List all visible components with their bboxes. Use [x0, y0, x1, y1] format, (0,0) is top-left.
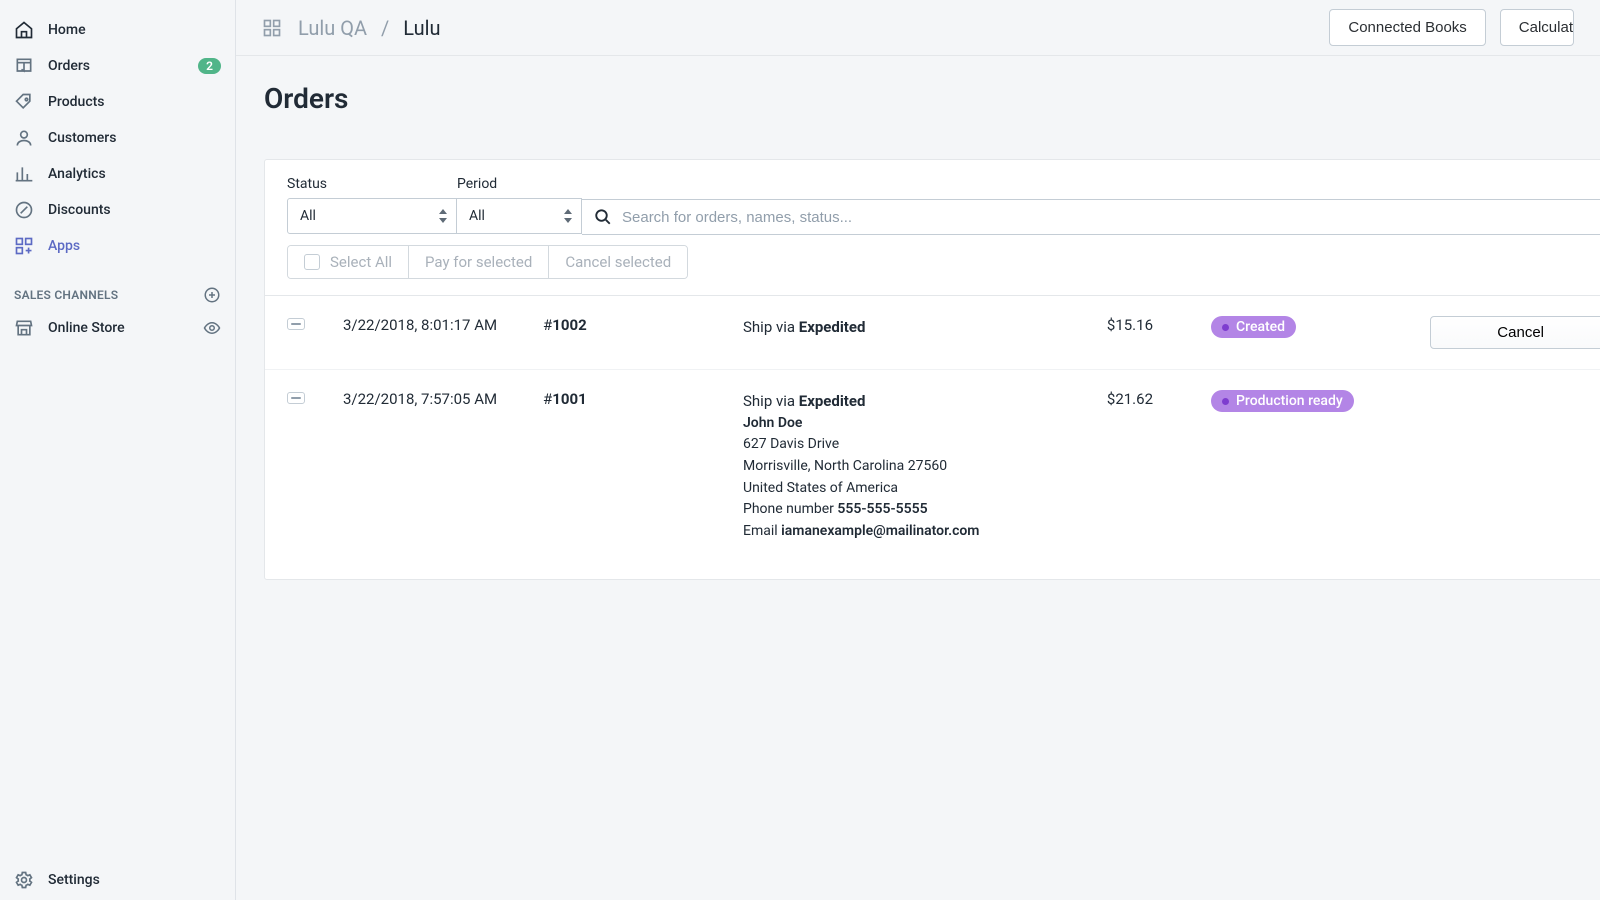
sidebar-item-customers[interactable]: Customers [0, 120, 235, 156]
order-date: 3/22/2018, 8:01:17 AM [343, 316, 543, 334]
main: Lulu QA / Lulu Connected Books Calculat … [236, 0, 1600, 900]
page-body: Orders Status All Period [236, 56, 1600, 580]
topbar-actions: Connected Books Calculat [1329, 9, 1574, 46]
sidebar-item-analytics[interactable]: Analytics [0, 156, 235, 192]
order-price: $15.16 [1043, 316, 1153, 334]
select-all-label: Select All [330, 253, 392, 271]
sidebar-item-label: Analytics [48, 166, 106, 182]
sidebar-nav: Home Orders 2 Products Customers A [0, 0, 235, 346]
discount-icon [14, 200, 34, 220]
sidebar-item-home[interactable]: Home [0, 12, 235, 48]
order-row: 3/22/2018, 7:57:05 AM #1001 Ship via Exp… [265, 370, 1600, 579]
breadcrumb-sep: / [381, 16, 389, 40]
sales-channels-heading: SALES CHANNELS [14, 288, 118, 302]
connected-books-button[interactable]: Connected Books [1329, 9, 1485, 46]
status-badge: Created [1211, 316, 1296, 338]
address-country: United States of America [743, 478, 1043, 500]
status-text: Production ready [1236, 393, 1343, 409]
orders-count-badge: 2 [198, 58, 221, 74]
pay-selected-label: Pay for selected [425, 253, 532, 271]
page-title: Orders [264, 82, 1600, 115]
period-label: Period [457, 176, 582, 192]
breadcrumb: Lulu QA / Lulu [298, 16, 441, 40]
status-filter: Status All [287, 176, 457, 234]
eye-icon[interactable] [203, 319, 221, 337]
status-value: All [300, 208, 316, 224]
sidebar-item-label: Home [48, 22, 86, 38]
grid-icon [262, 18, 282, 38]
expand-toggle[interactable] [287, 318, 305, 330]
sidebar-item-settings[interactable]: Settings [0, 860, 235, 900]
tag-icon [14, 92, 34, 112]
order-row: 3/22/2018, 8:01:17 AM #1002 Ship via Exp… [265, 296, 1600, 370]
period-filter: Period All [457, 176, 582, 234]
sidebar-item-label: Apps [48, 238, 80, 254]
sidebar: Home Orders 2 Products Customers A [0, 0, 236, 900]
filters-container: Status All Period All [265, 160, 1600, 295]
search-icon [594, 208, 612, 226]
analytics-icon [14, 164, 34, 184]
order-number: #1002 [543, 316, 743, 334]
status-text: Created [1236, 319, 1285, 335]
orders-card: Status All Period All [264, 159, 1600, 580]
bulk-group: Select All Pay for selected Cancel selec… [287, 245, 688, 279]
user-icon [14, 128, 34, 148]
cancel-selected-label: Cancel selected [565, 253, 671, 271]
cancel-order-button[interactable]: Cancel [1430, 316, 1600, 349]
filters-row: Status All Period All [287, 176, 1600, 235]
status-select[interactable]: All [287, 198, 457, 234]
sidebar-item-orders[interactable]: Orders 2 [0, 48, 235, 84]
settings-label: Settings [48, 872, 100, 888]
sidebar-item-label: Orders [48, 58, 90, 74]
select-all-button[interactable]: Select All [288, 246, 408, 278]
search-field[interactable] [582, 199, 1600, 235]
sidebar-item-products[interactable]: Products [0, 84, 235, 120]
status-dot-icon [1222, 398, 1229, 405]
order-number: #1001 [543, 390, 743, 408]
sidebar-item-label: Products [48, 94, 105, 110]
expand-toggle[interactable] [287, 392, 305, 404]
address-street: 627 Davis Drive [743, 434, 1043, 456]
order-price: $21.62 [1043, 390, 1153, 408]
gear-icon [14, 870, 34, 890]
apps-icon [14, 236, 34, 256]
sidebar-item-label: Discounts [48, 202, 111, 218]
topbar: Lulu QA / Lulu Connected Books Calculat [236, 0, 1600, 56]
sidebar-item-online-store[interactable]: Online Store [0, 310, 235, 346]
period-select[interactable]: All [457, 198, 582, 234]
orders-icon [14, 56, 34, 76]
sidebar-item-discounts[interactable]: Discounts [0, 192, 235, 228]
sidebar-item-label: Customers [48, 130, 116, 146]
status-badge: Production ready [1211, 390, 1354, 412]
cancel-selected-button[interactable]: Cancel selected [548, 246, 687, 278]
period-value: All [469, 208, 485, 224]
order-date: 3/22/2018, 7:57:05 AM [343, 390, 543, 408]
updown-icon [438, 209, 448, 223]
pay-selected-button[interactable]: Pay for selected [408, 246, 548, 278]
address-city: Morrisville, North Carolina 27560 [743, 456, 1043, 478]
status-dot-icon [1222, 324, 1229, 331]
store-icon [14, 318, 34, 338]
search-input[interactable] [622, 209, 1600, 226]
sidebar-item-apps[interactable]: Apps [0, 228, 235, 264]
orders-table: 3/22/2018, 8:01:17 AM #1002 Ship via Exp… [265, 295, 1600, 579]
add-channel-icon[interactable] [203, 286, 221, 304]
updown-icon [563, 209, 573, 223]
status-label: Status [287, 176, 457, 192]
order-shipping: Ship via Expedited John Doe 627 Davis Dr… [743, 390, 1043, 543]
order-shipping: Ship via Expedited [743, 316, 1043, 339]
sidebar-section-sales-channels: SALES CHANNELS [0, 264, 235, 310]
customer-name: John Doe [743, 415, 802, 431]
customer-email: iamanexample@mailinator.com [781, 523, 979, 539]
sidebar-item-label: Online Store [48, 320, 125, 336]
bulk-actions: Select All Pay for selected Cancel selec… [287, 235, 1600, 295]
breadcrumb-current: Lulu [403, 16, 440, 40]
breadcrumb-root[interactable]: Lulu QA [298, 16, 367, 40]
home-icon [14, 20, 34, 40]
checkbox-icon [304, 254, 320, 270]
customer-phone: 555-555-5555 [837, 501, 927, 517]
calculate-button[interactable]: Calculat [1500, 9, 1574, 46]
